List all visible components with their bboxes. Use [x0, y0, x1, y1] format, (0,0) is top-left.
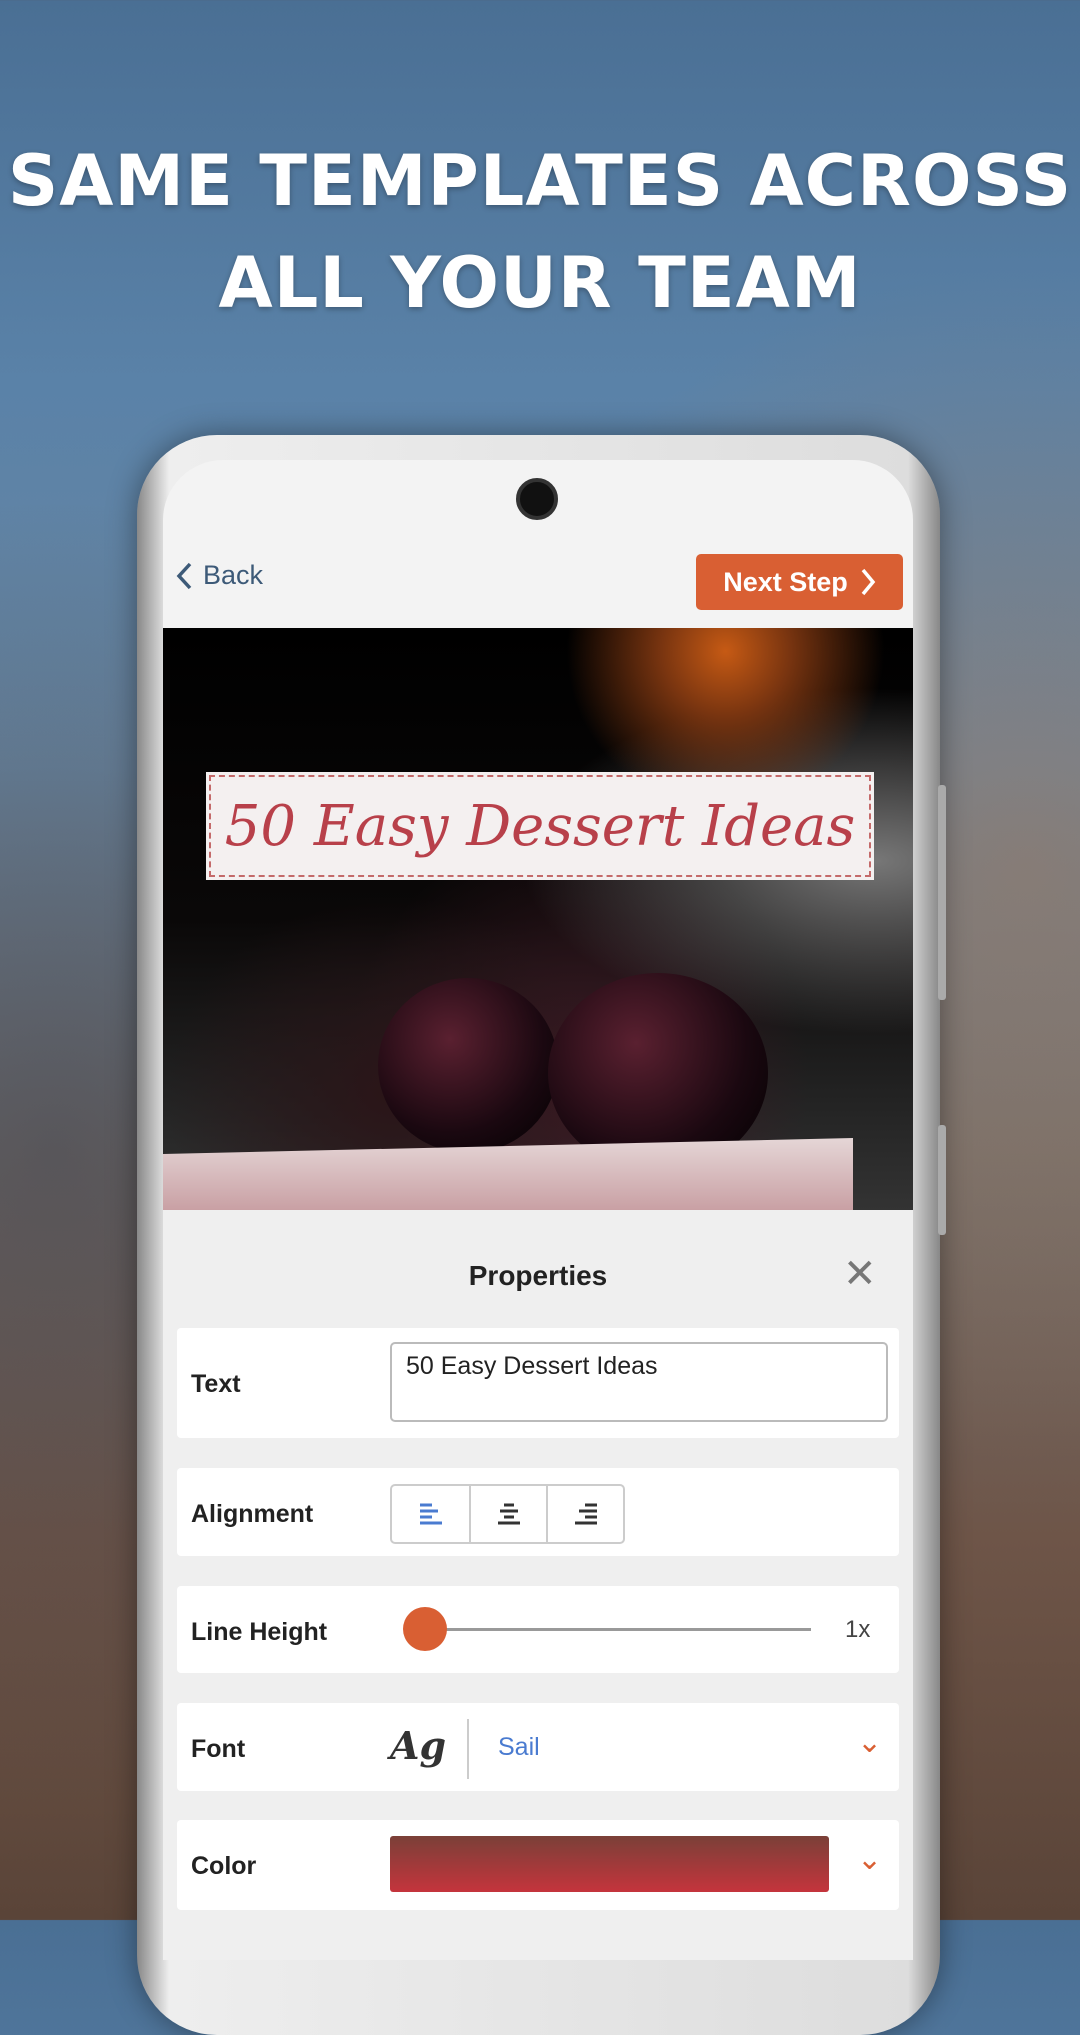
close-icon[interactable]: ✕ — [843, 1254, 877, 1294]
next-step-button[interactable]: Next Step — [696, 554, 903, 610]
design-canvas[interactable]: 50 Easy Dessert Ideas — [163, 628, 913, 1210]
align-center-button[interactable] — [469, 1486, 546, 1542]
font-select[interactable]: Sail — [498, 1733, 540, 1762]
alignment-button-group — [390, 1484, 625, 1544]
chevron-down-icon[interactable]: ⌄ — [857, 1725, 882, 1760]
blackberry-image — [378, 978, 558, 1153]
alignment-label: Alignment — [191, 1500, 314, 1528]
line-height-property-row: Line Height 1x — [177, 1586, 899, 1673]
headline-line-1: SAME TEMPLATES ACROSS — [7, 140, 1073, 222]
font-property-row: Font Ag Sail ⌄ — [177, 1703, 899, 1791]
headline-line-2: ALL YOUR TEAM — [218, 242, 862, 324]
canvas-text-element[interactable]: 50 Easy Dessert Ideas — [206, 772, 874, 880]
properties-panel: Properties ✕ Text 50 Easy Dessert Ideas … — [163, 1210, 913, 1960]
phone-power-button — [938, 1125, 946, 1235]
text-property-row: Text 50 Easy Dessert Ideas — [177, 1328, 899, 1438]
next-step-label: Next Step — [723, 566, 848, 597]
font-preview: Ag — [390, 1723, 447, 1768]
color-label: Color — [191, 1852, 257, 1880]
back-button[interactable]: Back — [175, 560, 263, 591]
line-height-slider-thumb[interactable] — [403, 1607, 447, 1651]
back-label: Back — [203, 560, 264, 590]
phone-volume-button — [938, 785, 946, 1000]
divider — [467, 1719, 469, 1779]
align-center-icon — [497, 1503, 520, 1525]
align-left-icon — [419, 1503, 442, 1525]
camera-icon — [516, 478, 558, 520]
align-right-icon — [574, 1503, 597, 1525]
chevron-left-icon — [176, 562, 192, 589]
properties-title: Properties — [468, 1260, 608, 1291]
phone-screen: Back Next Step 50 Easy Dessert Ideas Pro… — [163, 460, 913, 1960]
line-height-value: 1x — [845, 1616, 871, 1643]
line-height-slider-track[interactable] — [409, 1628, 811, 1631]
font-label: Font — [191, 1735, 246, 1763]
alignment-property-row: Alignment — [177, 1468, 899, 1556]
color-property-row: Color ⌄ — [177, 1820, 899, 1910]
chevron-down-icon[interactable]: ⌄ — [857, 1842, 882, 1877]
align-left-button[interactable] — [392, 1486, 469, 1542]
text-input[interactable]: 50 Easy Dessert Ideas — [390, 1342, 888, 1422]
text-label: Text — [191, 1370, 241, 1398]
color-swatch[interactable] — [390, 1836, 829, 1892]
align-right-button[interactable] — [546, 1486, 623, 1542]
chevron-right-icon — [861, 568, 876, 596]
line-height-label: Line Height — [191, 1618, 328, 1646]
